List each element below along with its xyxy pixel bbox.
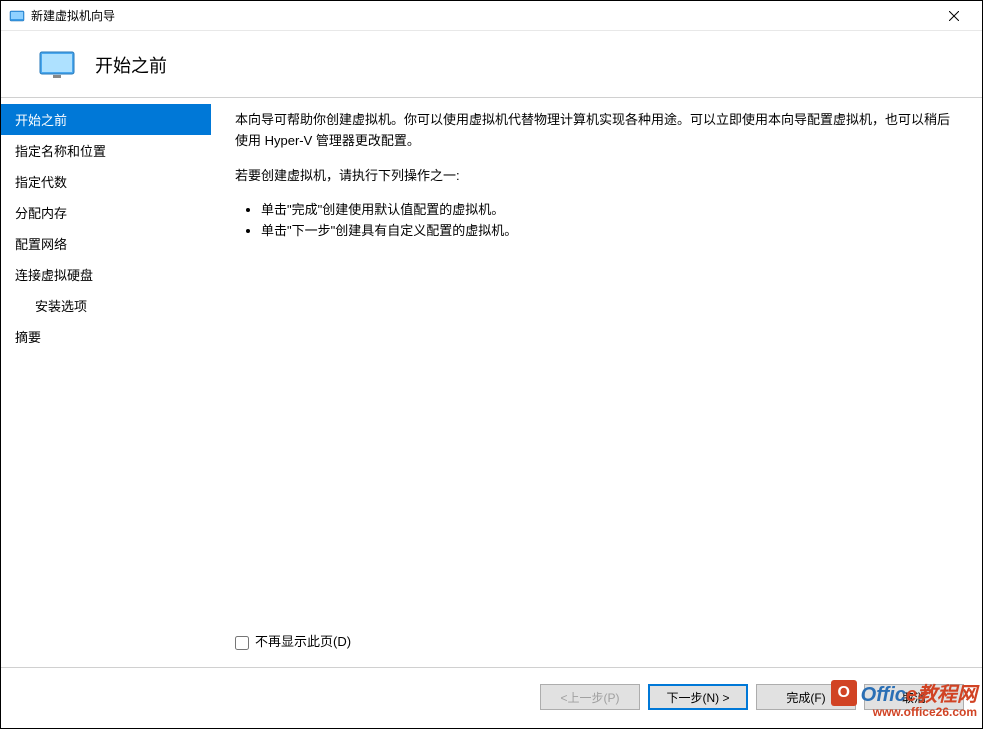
content-bullets: 单击"完成"创建使用默认值配置的虚拟机。 单击"下一步"创建具有自定义配置的虚拟… [235, 200, 954, 242]
titlebar: 新建虚拟机向导 [1, 1, 982, 31]
wizard-footer: <上一步(P) 下一步(N) > 完成(F) 取消 [1, 668, 982, 728]
sidebar-item-install-options[interactable]: 安装选项 [1, 290, 211, 321]
sidebar-item-memory[interactable]: 分配内存 [1, 197, 211, 228]
finish-button[interactable]: 完成(F) [756, 684, 856, 710]
dont-show-again-label: 不再显示此页(D) [255, 632, 351, 653]
cancel-button[interactable]: 取消 [864, 684, 964, 710]
close-icon [949, 11, 959, 21]
sidebar-item-name-location[interactable]: 指定名称和位置 [1, 135, 211, 166]
wizard-sidebar: 开始之前 指定名称和位置 指定代数 分配内存 配置网络 连接虚拟硬盘 安装选项 … [1, 98, 211, 667]
next-button[interactable]: 下一步(N) > [648, 684, 748, 710]
sidebar-item-generation[interactable]: 指定代数 [1, 166, 211, 197]
page-title: 开始之前 [95, 52, 167, 78]
content-bullet-1: 单击"完成"创建使用默认值配置的虚拟机。 [261, 200, 954, 221]
app-icon [9, 8, 25, 24]
sidebar-item-summary[interactable]: 摘要 [1, 321, 211, 352]
dont-show-again-row[interactable]: 不再显示此页(D) [235, 632, 954, 657]
dont-show-again-checkbox[interactable] [235, 636, 249, 650]
wizard-header: 开始之前 [1, 31, 982, 97]
wizard-window: 新建虚拟机向导 开始之前 开始之前 指定名称和位置 指定代数 分配内存 配置网络… [0, 0, 983, 729]
sidebar-item-network[interactable]: 配置网络 [1, 228, 211, 259]
sidebar-item-before-you-begin[interactable]: 开始之前 [1, 104, 211, 135]
content-paragraph-2: 若要创建虚拟机，请执行下列操作之一: [235, 166, 954, 187]
content-bullet-2: 单击"下一步"创建具有自定义配置的虚拟机。 [261, 221, 954, 242]
close-button[interactable] [934, 2, 974, 30]
content-paragraph-1: 本向导可帮助你创建虚拟机。你可以使用虚拟机代替物理计算机实现各种用途。可以立即使… [235, 110, 954, 152]
window-title: 新建虚拟机向导 [31, 7, 934, 24]
sidebar-item-virtual-disk[interactable]: 连接虚拟硬盘 [1, 259, 211, 290]
monitor-icon [39, 51, 75, 79]
wizard-body: 开始之前 指定名称和位置 指定代数 分配内存 配置网络 连接虚拟硬盘 安装选项 … [1, 98, 982, 667]
wizard-content: 本向导可帮助你创建虚拟机。你可以使用虚拟机代替物理计算机实现各种用途。可以立即使… [211, 98, 982, 667]
prev-button: <上一步(P) [540, 684, 640, 710]
